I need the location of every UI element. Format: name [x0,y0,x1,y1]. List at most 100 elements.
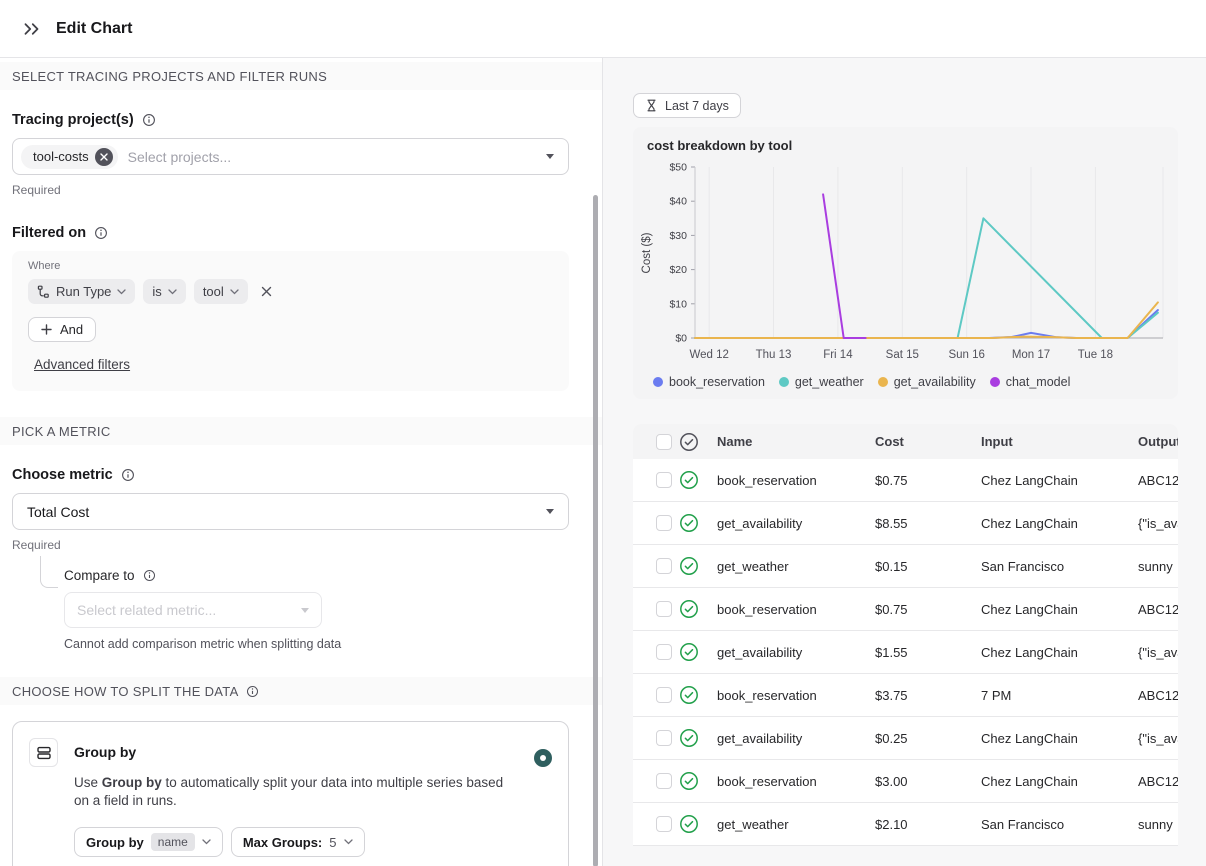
series-get_weather [694,217,1159,339]
chevron-down-icon [343,839,353,845]
info-icon[interactable] [143,569,156,582]
cell-input: San Francisco [981,558,1065,574]
cost-line-chart[interactable]: $0 $10 $20 $30 $40 $50 Wed 12 Thu 13 Fri 14 Sat 1… [633,155,1178,367]
svg-text:Thu 13: Thu 13 [756,349,792,361]
select-all-checkbox[interactable] [656,433,672,450]
status-success-icon [679,772,698,790]
projects-select[interactable]: tool-costs Select projects... [12,138,569,175]
legend-label: chat_model [1005,375,1071,389]
app: Edit Chart SELECT TRACING PROJECTS AND F… [0,0,1206,866]
cell-name: get_availability [717,730,803,746]
table-row[interactable]: book_reservation $3.00 Chez LangChain ABC12… [633,760,1178,803]
where-label: Where [28,260,61,272]
cell-output: ABC123 [1138,601,1178,617]
top-header: Edit Chart [0,0,1206,58]
legend-item-get_availability[interactable]: get_availability [877,375,976,389]
column-header-name[interactable]: Name [705,434,875,449]
metric-select-value: Total Cost [27,503,90,520]
table-row[interactable]: book_reservation $3.75 7 PM ABC123 [633,674,1178,717]
table-row[interactable]: get_weather $2.10 San Francisco sunny [633,803,1178,846]
status-success-icon [679,815,698,833]
cell-name: get_weather [717,816,789,832]
column-header-cost[interactable]: Cost [875,434,981,449]
svg-text:Sun 16: Sun 16 [948,349,984,361]
row-checkbox[interactable] [656,773,672,789]
info-icon[interactable] [121,468,135,482]
table-row[interactable]: get_availability $0.25 Chez LangChain {"is_… [633,717,1178,760]
compare-metric-select: Select related metric... [64,592,322,628]
group-by-field-dropdown[interactable]: Group by name [74,827,223,857]
hourglass-icon [647,99,656,112]
cell-name: book_reservation [717,687,817,703]
chevron-down-icon [230,288,239,294]
info-icon[interactable] [246,685,259,698]
add-and-filter-button[interactable]: And [28,317,97,342]
remove-project-icon[interactable] [94,147,113,166]
cell-input: Chez LangChain [981,773,1078,789]
table-row[interactable]: get_weather $0.15 San Francisco sunny [633,545,1178,588]
cell-cost: $0.25 [875,730,908,746]
plus-icon [41,324,52,335]
table-row[interactable]: get_availability $1.55 Chez LangChain {"is_… [633,631,1178,674]
filter-field-dropdown[interactable]: Run Type [28,279,136,304]
chevron-down-icon [117,288,127,294]
row-checkbox[interactable] [656,472,672,488]
compare-select-placeholder: Select related metric... [77,602,217,618]
svg-text:Fri 14: Fri 14 [823,349,853,361]
legend-label: get_weather [794,375,864,389]
row-checkbox[interactable] [656,558,672,574]
cell-output: {"is_ava [1138,515,1178,531]
project-tag: tool-costs [21,144,118,169]
legend-item-chat_model[interactable]: chat_model [989,375,1071,389]
legend-label: get_availability [893,375,976,389]
group-by-card[interactable]: Group by Use Group by to automatically s… [12,721,569,866]
collapse-panel-button[interactable] [18,15,46,43]
and-button-label: And [60,322,84,337]
svg-text:$40: $40 [669,196,687,208]
svg-text:$50: $50 [669,162,687,174]
advanced-filters-link[interactable]: Advanced filters [34,357,130,372]
info-icon[interactable] [94,226,108,240]
filter-operator-dropdown[interactable]: is [143,279,186,304]
time-range-button[interactable]: Last 7 days [633,93,741,118]
table-row[interactable]: book_reservation $0.75 Chez LangChain ABC12… [633,459,1178,502]
filter-value-dropdown[interactable]: tool [193,279,248,304]
filter-operator-value: is [152,284,162,299]
row-checkbox[interactable] [656,816,672,832]
cell-input: Chez LangChain [981,644,1078,660]
metric-select[interactable]: Total Cost [12,493,569,530]
max-groups-dropdown[interactable]: Max Groups: 5 [230,827,365,857]
group-by-radio[interactable] [534,749,552,767]
cell-cost: $0.75 [875,601,908,617]
cell-cost: $2.10 [875,816,908,832]
cell-input: Chez LangChain [981,601,1078,617]
table-row[interactable]: get_availability $8.55 Chez LangChain {"is_… [633,502,1178,545]
left-panel-scrollbar[interactable] [593,195,598,866]
row-checkbox[interactable] [656,515,672,531]
series-chat_model [822,193,867,339]
group-by-title: Group by [74,744,137,760]
column-header-input[interactable]: Input [981,434,1138,449]
legend-label: book_reservation [669,375,765,389]
legend-item-get_weather[interactable]: get_weather [778,375,864,389]
caret-down-icon [301,607,309,613]
svg-text:Tue 18: Tue 18 [1078,349,1113,361]
column-header-output[interactable]: Output [1138,434,1178,449]
status-success-icon [679,471,698,489]
remove-filter-icon[interactable] [258,283,276,301]
svg-text:Cost ($): Cost ($) [641,232,653,273]
legend-item-book_reservation[interactable]: book_reservation [653,375,765,389]
row-checkbox[interactable] [656,730,672,746]
project-tag-label: tool-costs [33,149,89,164]
group-by-icon [29,738,58,767]
row-checkbox[interactable] [656,601,672,617]
cell-name: book_reservation [717,472,817,488]
info-icon[interactable] [142,113,156,127]
projects-select-placeholder: Select projects... [127,148,232,165]
svg-text:Sat 15: Sat 15 [886,349,919,361]
legend-dot-icon [989,377,1000,387]
table-row[interactable]: book_reservation $0.75 Chez LangChain ABC12… [633,588,1178,631]
cell-input: Chez LangChain [981,472,1078,488]
row-checkbox[interactable] [656,644,672,660]
row-checkbox[interactable] [656,687,672,703]
